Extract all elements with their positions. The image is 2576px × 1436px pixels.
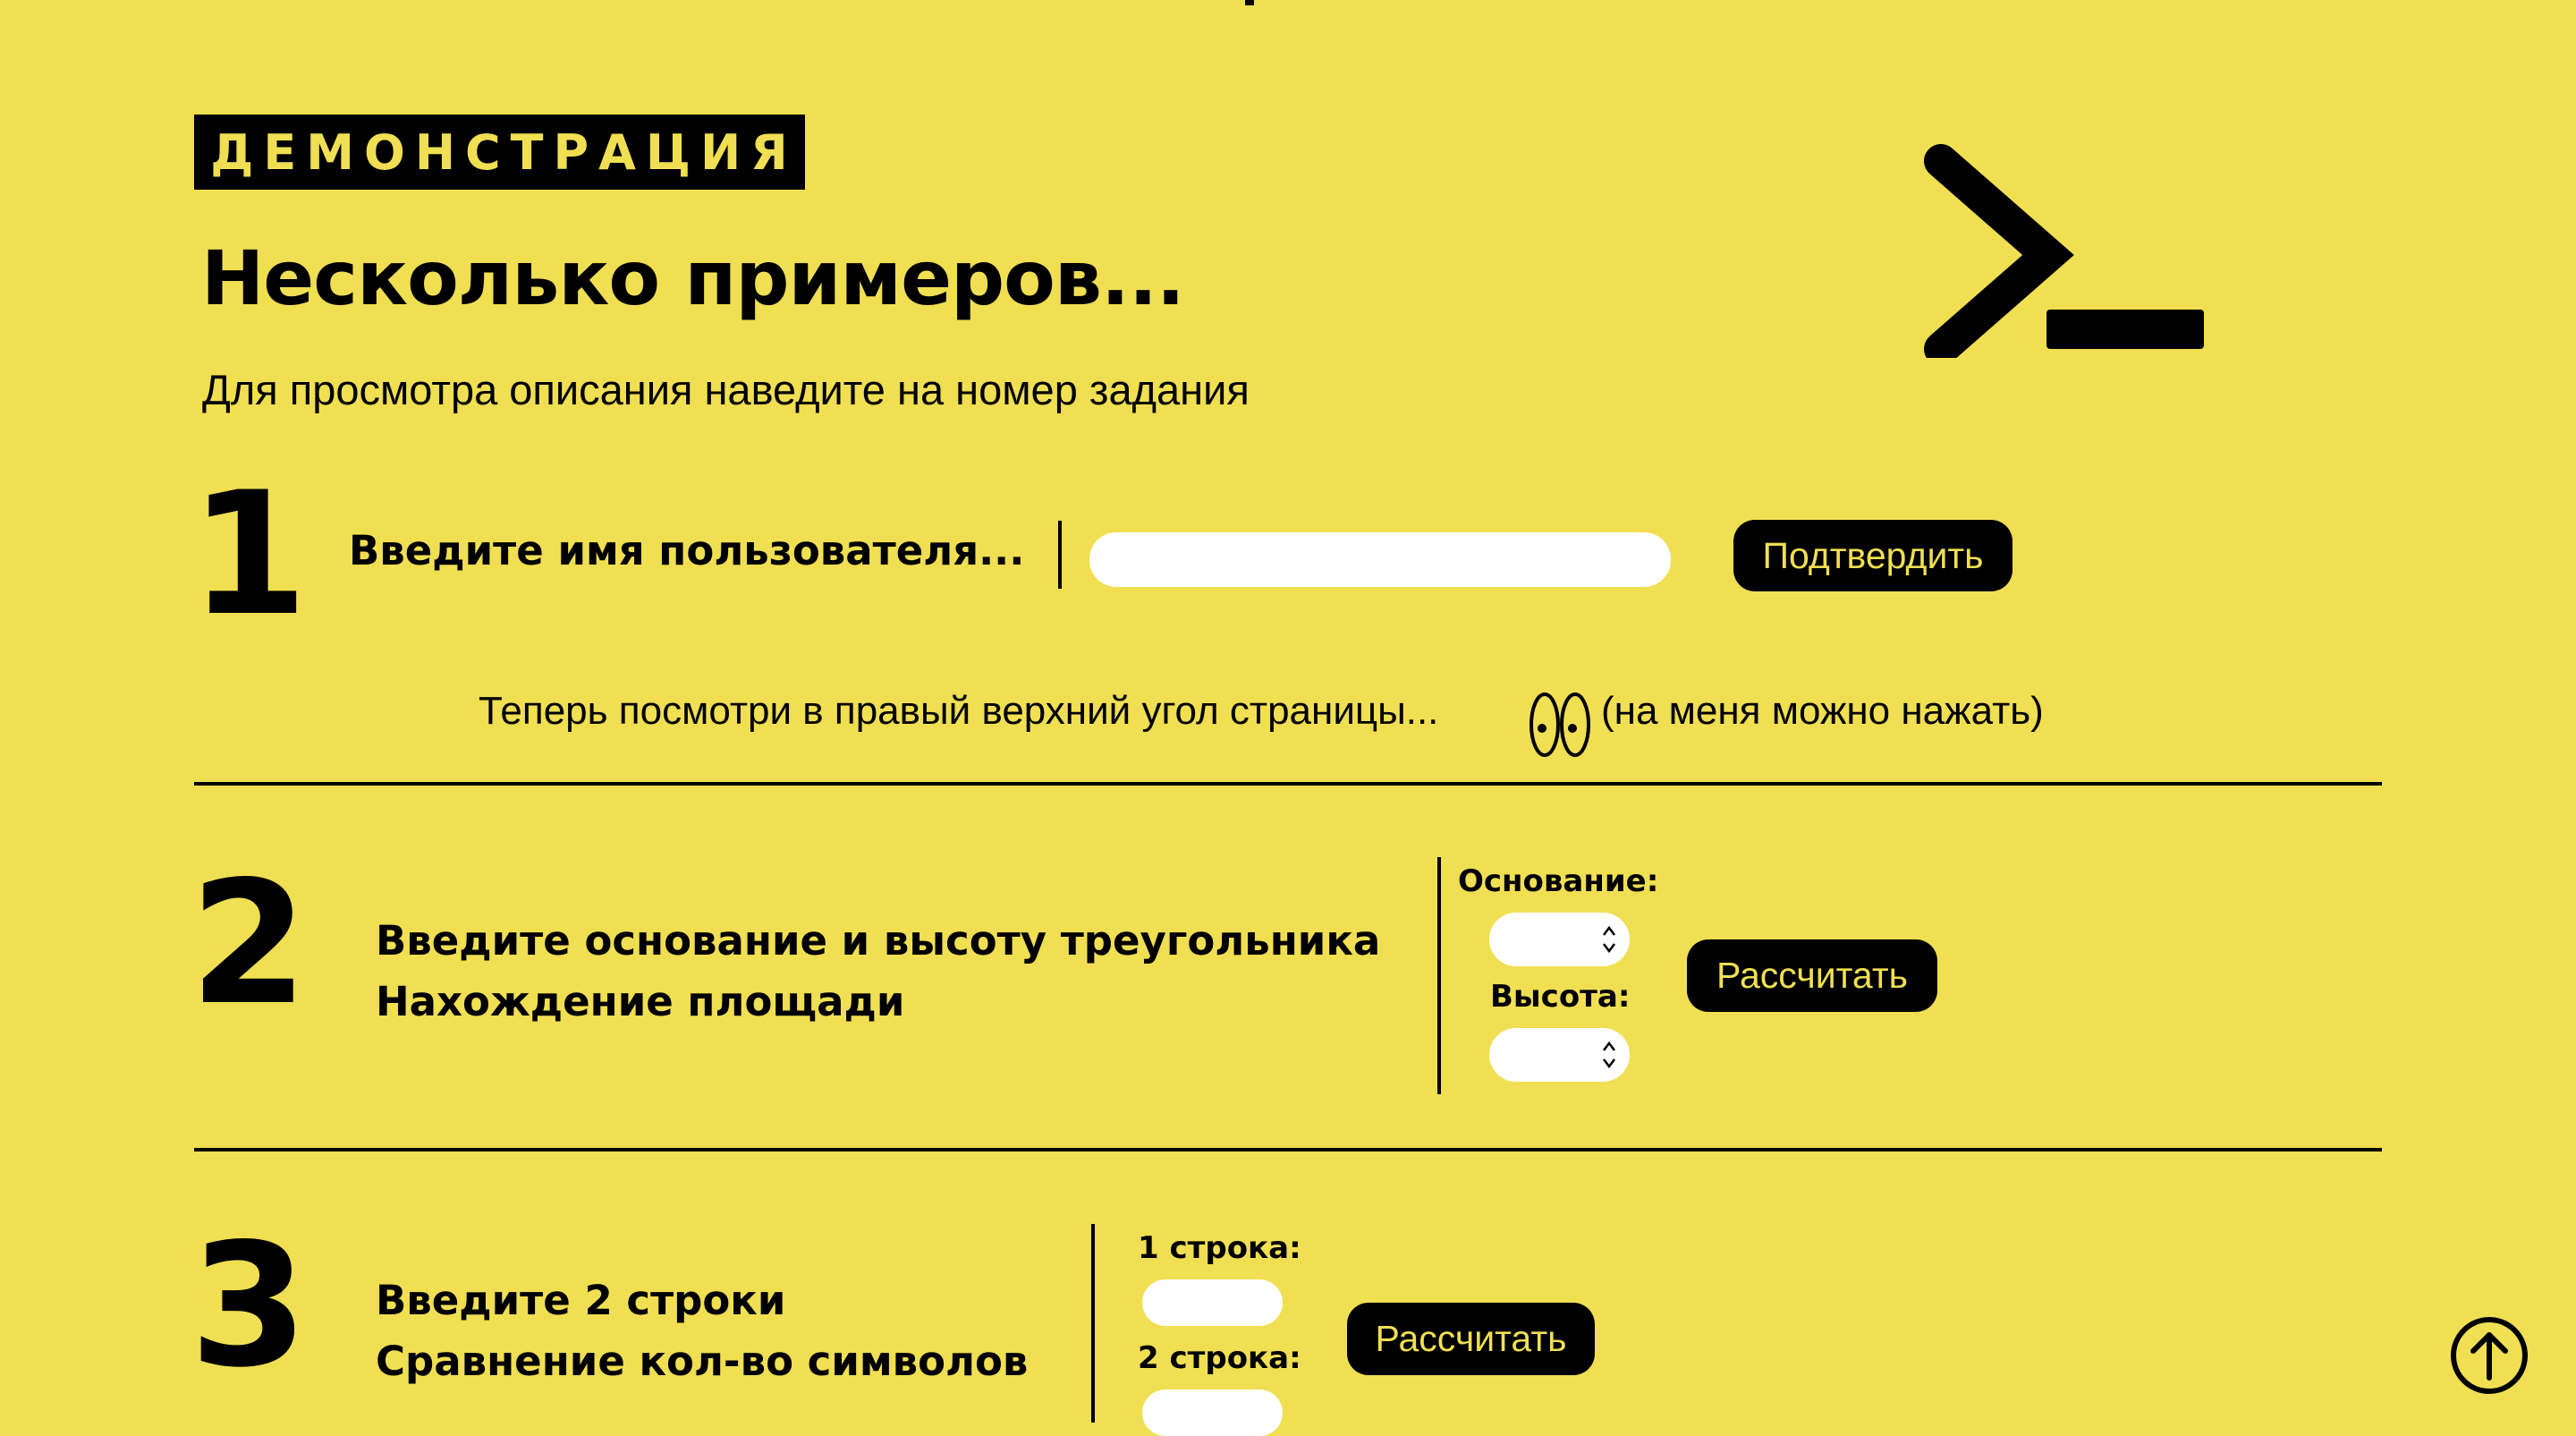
task3-line2: Сравнение кол-во символов [376, 1338, 1029, 1385]
string1-label: 1 строка: [1138, 1230, 1301, 1266]
eyes-icon[interactable] [1526, 691, 1594, 759]
height-label: Высота: [1490, 979, 1631, 1015]
task1-divider [1058, 521, 1062, 589]
calculate-area-button[interactable]: Рассчитать [1687, 939, 1937, 1012]
task1-hint: Теперь посмотри в правый верхний угол ст… [479, 689, 1439, 733]
confirm-button[interactable]: Подтвердить [1733, 520, 2012, 591]
task2-divider [1437, 857, 1441, 1094]
task2-line2: Нахождение площади [376, 978, 905, 1025]
task-number-2[interactable]: 2 [190, 859, 308, 1029]
spinner-arrows-icon[interactable] [1599, 1035, 1619, 1075]
height-number-input[interactable] [1489, 1028, 1630, 1082]
section-divider-1 [194, 782, 2382, 786]
username-input[interactable] [1089, 532, 1671, 587]
task3-divider [1091, 1224, 1095, 1423]
terminal-prompt-icon [1924, 144, 2204, 358]
arrow-up-circle-icon[interactable] [2449, 1315, 2529, 1396]
string1-input[interactable] [1142, 1279, 1283, 1326]
section-badge: ДЕМОНСТРАЦИЯ [194, 115, 805, 190]
page-subtitle: Для просмотра описания наведите на номер… [202, 366, 1250, 413]
string2-label: 2 строка: [1138, 1340, 1301, 1376]
task2-line1: Введите основание и высоту треугольника [376, 917, 1381, 964]
spinner-arrows-icon[interactable] [1599, 920, 1619, 959]
base-number-input[interactable] [1489, 913, 1630, 966]
task1-label: Введите имя пользователя... [349, 527, 1025, 574]
string2-input[interactable] [1142, 1389, 1283, 1436]
section-divider-2 [194, 1148, 2382, 1151]
task-number-1[interactable]: 1 [190, 470, 308, 640]
top-edge-marker [1245, 0, 1254, 5]
task3-line1: Введите 2 строки [376, 1277, 786, 1324]
page-title: Несколько примеров... [201, 234, 1185, 322]
calculate-strings-button[interactable]: Рассчитать [1347, 1303, 1595, 1375]
task-number-3[interactable]: 3 [190, 1221, 308, 1391]
base-label: Основание: [1458, 863, 1659, 899]
task1-hint-note[interactable]: (на меня можно нажать) [1601, 689, 2044, 734]
